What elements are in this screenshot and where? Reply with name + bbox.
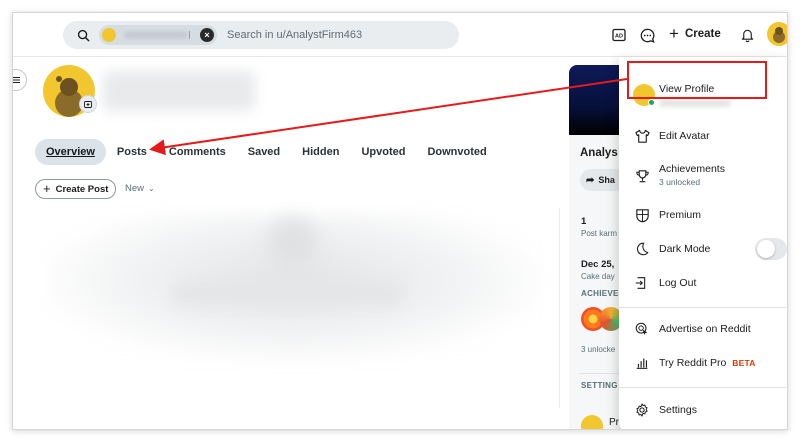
try-reddit-pro-text: Try Reddit Pro bbox=[659, 357, 727, 369]
expand-sidebar-button[interactable] bbox=[13, 69, 27, 91]
menu-divider bbox=[619, 387, 787, 388]
menu-item-edit-avatar[interactable]: Edit Avatar bbox=[619, 119, 787, 153]
settings-label: Settings bbox=[659, 404, 697, 416]
sort-dropdown[interactable]: New ⌄ bbox=[125, 183, 155, 194]
premium-label: Premium bbox=[659, 209, 702, 221]
log-out-label: Log Out bbox=[659, 277, 697, 289]
tab-hidden[interactable]: Hidden bbox=[291, 139, 350, 165]
achievements-count: 3 unlocke bbox=[581, 345, 616, 354]
premium-shield-icon bbox=[633, 206, 651, 224]
bar-chart-icon bbox=[633, 354, 651, 372]
tab-upvoted[interactable]: Upvoted bbox=[350, 139, 416, 165]
post-karma-label: Post karm bbox=[581, 229, 618, 238]
online-status-icon bbox=[648, 99, 655, 106]
search-bar[interactable]: × Search in u/AnalystFirm463 bbox=[63, 21, 459, 49]
achievements-label: Achievements bbox=[659, 163, 725, 175]
dark-mode-toggle[interactable] bbox=[755, 238, 787, 260]
svg-text:AD: AD bbox=[615, 34, 623, 40]
search-scope-chip[interactable]: × bbox=[99, 25, 217, 45]
user-avatar-button[interactable] bbox=[767, 22, 787, 46]
browser-window: × Search in u/AnalystFirm463 AD + Create bbox=[12, 12, 788, 430]
dark-mode-label: Dark Mode bbox=[659, 243, 711, 255]
gear-icon bbox=[633, 401, 651, 419]
scope-avatar-icon bbox=[102, 28, 116, 42]
tab-comments[interactable]: Comments bbox=[158, 139, 237, 165]
menu-lines-icon bbox=[13, 77, 20, 83]
chevron-down-icon: ⌄ bbox=[148, 184, 155, 193]
feed-image-blurred bbox=[268, 218, 318, 268]
sidebar-profile-label: Pr bbox=[609, 417, 619, 428]
achievements-sublabel: 3 unlocked bbox=[659, 177, 701, 187]
share-label: Sha bbox=[598, 175, 615, 185]
profile-tabs: Overview Posts Comments Saved Hidden Upv… bbox=[35, 139, 498, 165]
settings-heading: SETTING bbox=[581, 381, 618, 390]
menu-item-try-reddit-pro[interactable]: Try Reddit Pro BETA bbox=[619, 346, 787, 380]
menu-item-advertise[interactable]: Advertise on Reddit bbox=[619, 312, 787, 346]
search-icon bbox=[75, 27, 91, 43]
profile-name-blurred bbox=[103, 71, 255, 111]
tab-posts[interactable]: Posts bbox=[106, 139, 158, 165]
tab-downvoted[interactable]: Downvoted bbox=[416, 139, 497, 165]
view-profile-highlight-box bbox=[627, 61, 767, 99]
menu-item-log-out[interactable]: Log Out bbox=[619, 266, 787, 300]
clear-scope-icon[interactable]: × bbox=[200, 28, 214, 42]
menu-item-dark-mode[interactable]: Dark Mode bbox=[619, 232, 787, 266]
feed-text-blurred bbox=[173, 283, 403, 305]
plus-icon: + bbox=[669, 24, 679, 43]
top-header: × Search in u/AnalystFirm463 AD + Create bbox=[13, 13, 787, 57]
content-divider bbox=[559, 208, 560, 408]
create-post-button[interactable]: + Create Post bbox=[35, 179, 117, 199]
shirt-icon bbox=[633, 127, 651, 145]
create-post-label: Create Post bbox=[55, 183, 109, 195]
cake-day-label: Cake day bbox=[581, 272, 615, 281]
advertise-icon[interactable]: AD bbox=[609, 25, 629, 45]
trophy-icon bbox=[633, 167, 651, 185]
scope-divider bbox=[189, 31, 190, 39]
user-dropdown-menu: View Profile Edit Avatar Achievements 3 … bbox=[619, 57, 787, 429]
toggle-knob bbox=[757, 240, 775, 258]
sidebar-title: Analys bbox=[580, 147, 618, 159]
tab-saved[interactable]: Saved bbox=[237, 139, 291, 165]
moon-icon bbox=[633, 240, 651, 258]
cake-day-value: Dec 25, bbox=[581, 259, 615, 270]
post-karma-value: 1 bbox=[581, 216, 587, 227]
menu-item-premium[interactable]: Premium bbox=[619, 198, 787, 232]
sidebar-profile-avatar bbox=[581, 415, 603, 429]
menu-item-settings[interactable]: Settings bbox=[619, 393, 787, 427]
chat-icon[interactable] bbox=[637, 25, 657, 45]
menu-divider bbox=[619, 307, 787, 308]
advertise-target-icon bbox=[633, 320, 651, 338]
tab-overview[interactable]: Overview bbox=[35, 139, 106, 165]
achievements-heading: ACHIEVE bbox=[581, 289, 619, 298]
create-button[interactable]: + Create bbox=[669, 24, 721, 43]
share-icon: ➦ bbox=[586, 174, 595, 186]
create-label: Create bbox=[684, 28, 721, 40]
menu-item-achievements[interactable]: Achievements 3 unlocked bbox=[619, 158, 787, 194]
notification-bell-icon[interactable] bbox=[737, 25, 757, 45]
edit-avatar-label: Edit Avatar bbox=[659, 130, 710, 142]
log-out-icon bbox=[633, 274, 651, 292]
advertise-label: Advertise on Reddit bbox=[659, 323, 751, 335]
try-reddit-pro-label: Try Reddit Pro BETA bbox=[659, 357, 756, 369]
scope-username-blurred bbox=[124, 31, 188, 39]
beta-badge: BETA bbox=[732, 358, 756, 368]
username-blurred bbox=[659, 99, 731, 107]
search-input[interactable]: Search in u/AnalystFirm463 bbox=[227, 29, 362, 41]
plus-icon: + bbox=[43, 181, 51, 196]
edit-avatar-icon[interactable] bbox=[79, 95, 97, 113]
sort-label: New bbox=[125, 183, 145, 194]
